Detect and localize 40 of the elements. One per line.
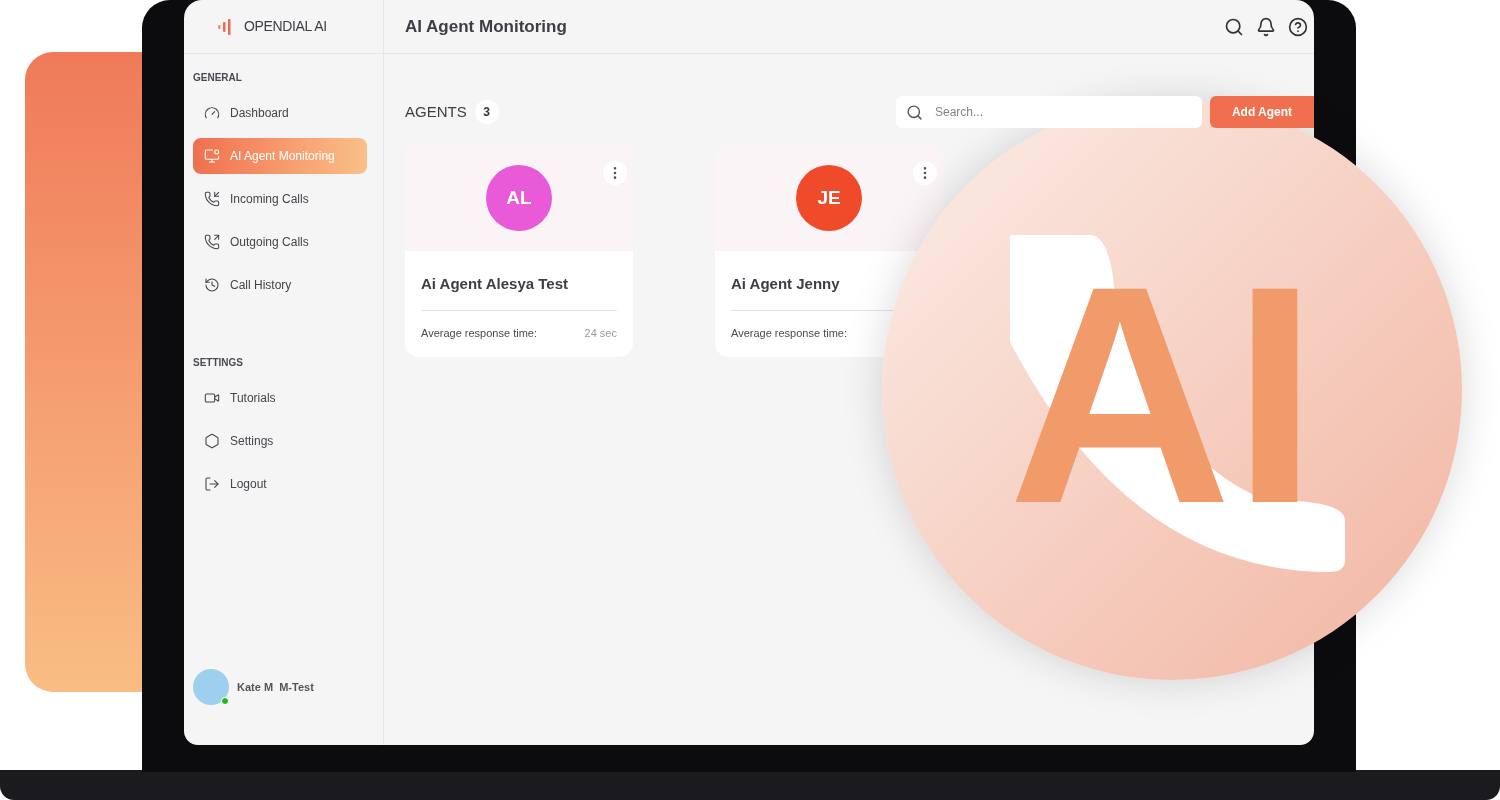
agent-avatar: AL	[486, 165, 552, 231]
ai-letters: AI	[1008, 240, 1318, 550]
nav-item[interactable]: Call History	[193, 267, 367, 303]
search-button[interactable]	[1224, 16, 1244, 37]
agent-card[interactable]: AL Ai Agent Alesya Test Average response time: 24 sec	[405, 145, 633, 357]
more-button[interactable]	[913, 161, 937, 185]
agent-avatar: JE	[796, 165, 862, 231]
metric-label: Average response time:	[731, 325, 847, 341]
brand-name: OPENDIAL AI	[244, 17, 327, 36]
nav-item[interactable]: Settings	[193, 423, 367, 459]
logout-icon	[204, 476, 220, 492]
nav-item[interactable]: Tutorials	[193, 380, 367, 416]
section-heading: GENERAL	[193, 71, 242, 85]
search-input[interactable]: Search...	[935, 103, 1035, 121]
section-title: AGENTS	[405, 101, 467, 122]
search-box[interactable]: Search...	[896, 96, 1202, 128]
phone-outgoing-icon	[204, 234, 220, 250]
user-avatar	[193, 669, 229, 705]
page-title: AI Agent Monitoring	[405, 15, 567, 38]
nav-item[interactable]: Outgoing Calls	[193, 224, 367, 260]
notifications-button[interactable]	[1256, 16, 1276, 37]
section-heading: SETTINGS	[193, 356, 243, 370]
count-badge: 3	[474, 100, 499, 124]
more-button[interactable]	[603, 161, 627, 185]
history-icon	[204, 277, 220, 293]
nav-item[interactable]: Incoming Calls	[193, 181, 367, 217]
gauge-icon	[204, 105, 220, 121]
hexagon-icon	[204, 433, 220, 449]
video-icon	[204, 390, 220, 406]
phone-incoming-icon	[204, 191, 220, 207]
metric-value: 24 sec	[584, 325, 617, 341]
nav-item[interactable]: Logout	[193, 466, 367, 502]
logo-icon	[218, 18, 232, 35]
nav-item[interactable]: Dashboard	[193, 95, 367, 131]
agent-name: Ai Agent Alesya Test	[421, 273, 617, 311]
help-button[interactable]	[1288, 16, 1308, 37]
search-icon	[906, 103, 923, 121]
metric-label: Average response time:	[421, 325, 537, 341]
user-name: Kate M M-Test	[237, 679, 314, 695]
monitor-icon	[204, 148, 220, 164]
